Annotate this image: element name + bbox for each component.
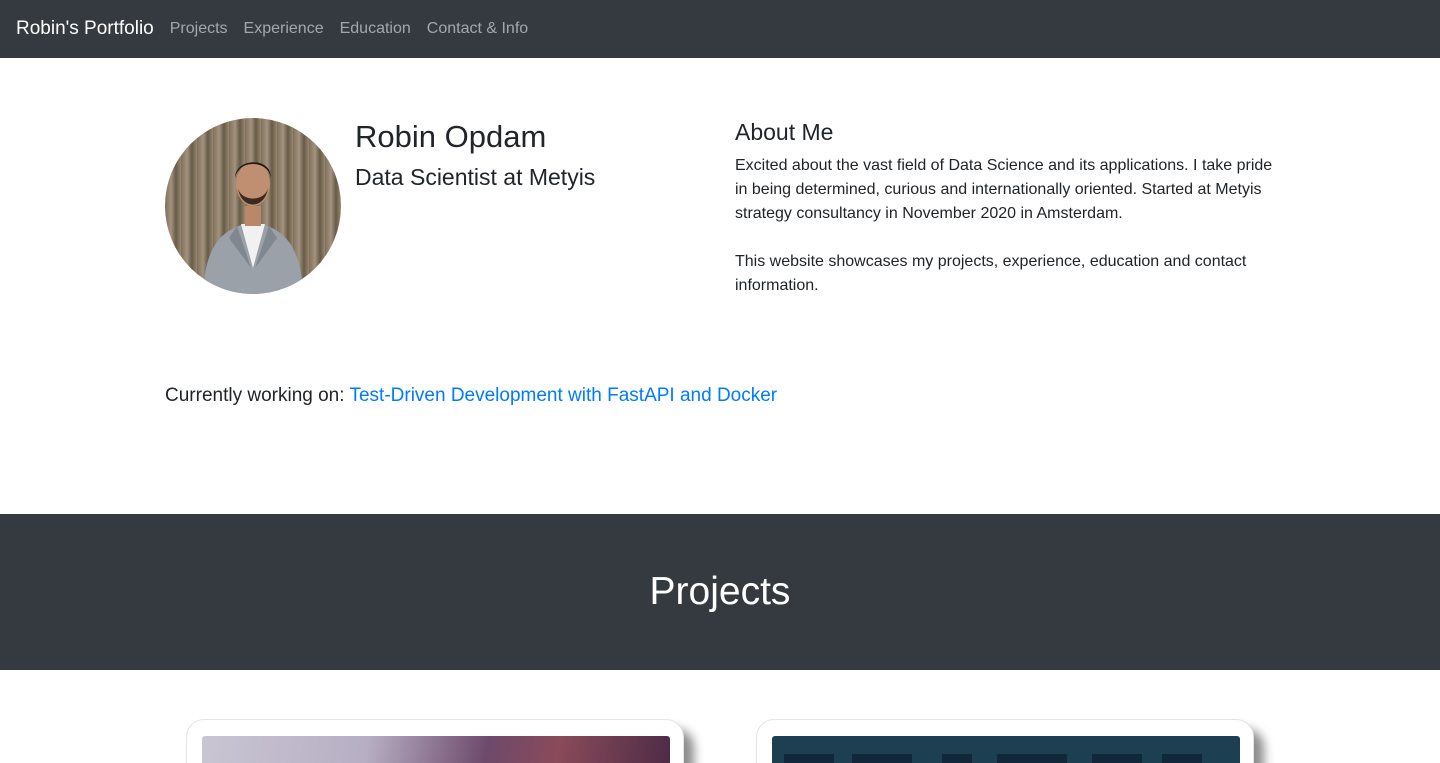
about-body: Excited about the vast field of Data Sci…: [735, 154, 1280, 298]
nav-link-experience[interactable]: Experience: [236, 20, 332, 38]
nav-link-education[interactable]: Education: [332, 20, 419, 38]
nav-links: Projects Experience Education Contact & …: [162, 20, 536, 38]
current-project-link[interactable]: Test-Driven Development with FastAPI and…: [349, 385, 777, 406]
profile-name: Robin Opdam: [355, 119, 547, 154]
about-title: About Me: [735, 119, 834, 145]
nav-link-contact[interactable]: Contact & Info: [419, 20, 536, 38]
navbar-brand[interactable]: Robin's Portfolio: [16, 18, 154, 40]
nav-link-projects[interactable]: Projects: [162, 20, 236, 38]
project-card-image: [202, 736, 670, 763]
about-paragraph-1: Excited about the vast field of Data Sci…: [735, 157, 1273, 222]
profile-role: Data Scientist at Metyis: [355, 164, 596, 190]
avatar: [165, 118, 341, 294]
project-card[interactable]: [756, 719, 1254, 763]
project-card-image: [772, 736, 1240, 763]
project-card[interactable]: [186, 719, 684, 763]
navbar: Robin's Portfolio Projects Experience Ed…: [0, 0, 1440, 58]
projects-title: Projects: [649, 570, 791, 613]
projects-banner: Projects: [0, 514, 1440, 670]
currently-working-on: Currently working on: Test-Driven Develo…: [165, 385, 777, 407]
about-paragraph-2: This website showcases my projects, expe…: [735, 253, 1247, 294]
currently-working-label: Currently working on:: [165, 385, 345, 406]
